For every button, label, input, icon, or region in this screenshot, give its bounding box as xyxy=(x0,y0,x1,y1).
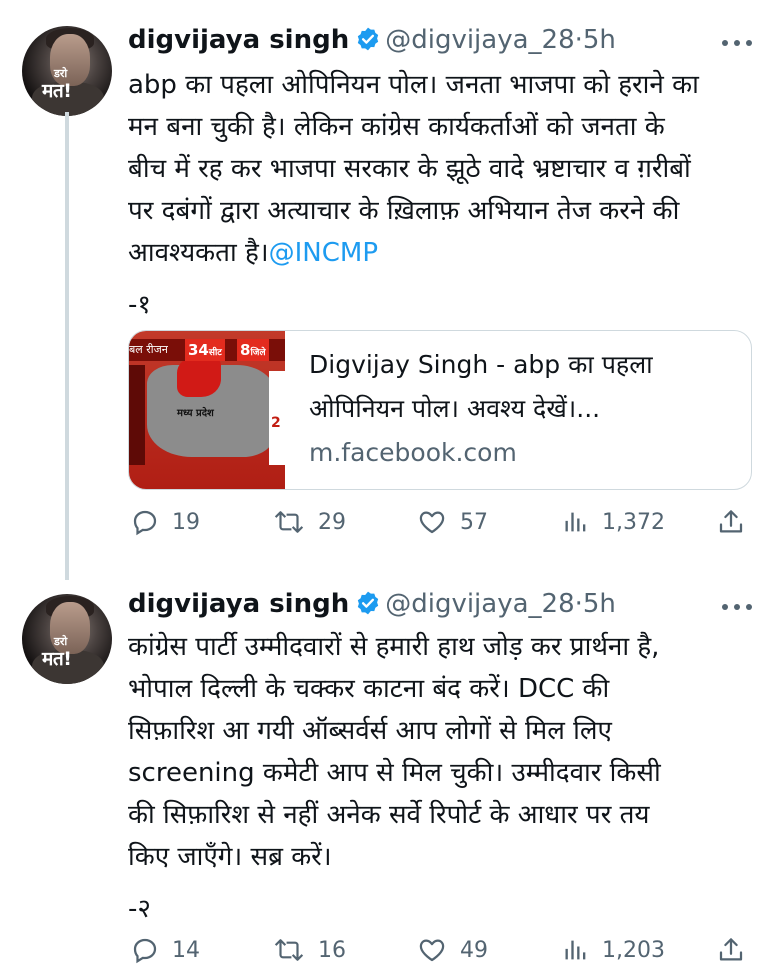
retweet-count: 29 xyxy=(318,509,346,535)
views-count: 1,203 xyxy=(602,937,665,963)
avatar-big-text: मत! xyxy=(42,648,72,670)
link-preview-card[interactable]: मध्य प्रदेश बल रीजन 34सीट 8जिले 2 Digvij… xyxy=(128,330,752,490)
tweet-text-line: सिफ़ारिश आ गयी ऑब्सर्वर्स आप लोगों से मि… xyxy=(128,716,612,746)
retweet-button[interactable]: 16 xyxy=(272,930,346,970)
reply-count: 19 xyxy=(172,509,200,535)
verified-badge-icon xyxy=(355,590,381,626)
card-title-line: ओपिनियन पोल। अवश्य देखें।... xyxy=(309,394,601,423)
thumb-side-bar xyxy=(129,365,145,465)
thumb-number-1: 34सीट xyxy=(185,339,225,361)
heart-icon xyxy=(419,511,445,534)
author-name[interactable]: digvijaya singh xyxy=(128,25,349,55)
tweet-text-line: कांग्रेस पार्टी उम्मीदवारों से हमारी हाथ… xyxy=(128,632,660,662)
like-button[interactable]: 57 xyxy=(416,502,488,542)
reply-icon xyxy=(133,938,157,964)
tweet-footer-line: -१ xyxy=(128,290,151,320)
thumb-number-1-sub: सीट xyxy=(208,348,222,358)
tweet-text: abp का पहला ओपिनियन पोल। जनता भाजपा को ह… xyxy=(128,64,758,326)
tweet-actions: 14 16 49 1,203 xyxy=(128,930,758,970)
reply-count: 14 xyxy=(172,937,200,963)
views-count: 1,372 xyxy=(602,509,665,535)
share-button[interactable] xyxy=(716,502,746,542)
tweet-text-line: screening कमेटी आप से मिल चुकी। उम्मीदवा… xyxy=(128,758,661,788)
avatar-big-text: मत! xyxy=(42,80,72,102)
tweet-text-line: आवश्यकता है।@INCMP xyxy=(128,232,758,274)
tweet-text-line: बीच में रह कर भाजपा सरकार के झूठे वादे भ… xyxy=(128,154,691,184)
views-button[interactable]: 1,372 xyxy=(562,502,665,542)
more-options-icon[interactable] xyxy=(720,588,754,624)
retweet-icon xyxy=(274,511,304,533)
like-count: 49 xyxy=(460,937,488,963)
share-button[interactable] xyxy=(716,930,746,970)
tweet-time[interactable]: 5h xyxy=(583,589,616,619)
separator-dot: · xyxy=(574,589,583,619)
heart-icon xyxy=(419,939,445,962)
separator-dot: · xyxy=(574,25,583,55)
like-count: 57 xyxy=(460,509,488,535)
thread-connector-line xyxy=(65,112,69,580)
author-handle[interactable]: @digvijaya_28 xyxy=(385,25,574,55)
tweet-text: कांग्रेस पार्टी उम्मीदवारों से हमारी हाथ… xyxy=(128,626,758,930)
thumb-number-2-sub: जिले xyxy=(250,348,266,358)
tweet-1[interactable]: डरो मत! digvijaya singh @digvijaya_28·5h … xyxy=(0,0,776,580)
thumb-number-1-value: 34 xyxy=(188,341,209,359)
tweet-actions: 19 29 57 1,372 xyxy=(128,502,758,542)
card-title-line: Digvijay Singh - abp का पहला xyxy=(309,350,653,379)
avatar[interactable]: डरो मत! xyxy=(22,26,112,116)
tweet-text-fragment: आवश्यकता है। xyxy=(128,238,269,268)
mention-link[interactable]: @INCMP xyxy=(269,238,378,268)
share-icon xyxy=(719,938,743,961)
verified-badge-icon xyxy=(355,26,381,62)
share-icon xyxy=(719,510,743,533)
tweet-text-line: पर दबंगों द्वारा अत्याचार के ख़िलाफ़ अभि… xyxy=(128,196,680,226)
reply-button[interactable]: 19 xyxy=(130,502,200,542)
views-icon xyxy=(565,512,586,532)
thumb-number-2: 8जिले xyxy=(237,339,269,361)
author-name[interactable]: digvijaya singh xyxy=(128,589,349,619)
tweet-text-line: मन बना चुकी है। लेकिन कांग्रेस कार्यकर्त… xyxy=(128,112,665,142)
thumb-bar-text: बल रीजन xyxy=(129,343,168,356)
tweet-2[interactable]: डरो मत! digvijaya singh @digvijaya_28·5h … xyxy=(0,580,776,975)
thumb-map-label: मध्य प्रदेश xyxy=(177,408,214,419)
thumb-number-2-value: 8 xyxy=(240,341,251,359)
card-title: Digvijay Singh - abp का पहला ओपिनियन पोल… xyxy=(309,343,739,431)
reply-button[interactable]: 14 xyxy=(130,930,200,970)
tweet-time[interactable]: 5h xyxy=(583,25,616,55)
card-domain: m.facebook.com xyxy=(309,438,517,467)
retweet-button[interactable]: 29 xyxy=(272,502,346,542)
tweet-footer-line: -२ xyxy=(128,894,151,924)
thumb-map-highlight xyxy=(177,357,221,397)
author-handle[interactable]: @digvijaya_28 xyxy=(385,589,574,619)
thumb-right-number: 2 xyxy=(271,415,281,431)
tweet-text-line: भोपाल दिल्ली के चक्कर काटना बंद करें। DC… xyxy=(128,674,610,704)
reply-icon xyxy=(133,510,157,536)
views-button[interactable]: 1,203 xyxy=(562,930,665,970)
tweet-text-line: किए जाएँगे। सब्र करें। xyxy=(128,842,332,872)
more-options-icon[interactable] xyxy=(720,24,754,60)
like-button[interactable]: 49 xyxy=(416,930,488,970)
views-icon xyxy=(565,940,586,960)
card-thumbnail: मध्य प्रदेश बल रीजन 34सीट 8जिले 2 xyxy=(129,331,285,489)
avatar[interactable]: डरो मत! xyxy=(22,594,112,684)
retweet-icon xyxy=(274,939,304,961)
tweet-header: digvijaya singh @digvijaya_28·5h xyxy=(128,22,616,58)
tweet-text-line: abp का पहला ओपिनियन पोल। जनता भाजपा को ह… xyxy=(128,70,699,100)
tweet-text-line: की सिफ़ारिश से नहीं अनेक सर्वे रिपोर्ट क… xyxy=(128,800,650,830)
retweet-count: 16 xyxy=(318,937,346,963)
tweet-header: digvijaya singh @digvijaya_28·5h xyxy=(128,586,616,622)
